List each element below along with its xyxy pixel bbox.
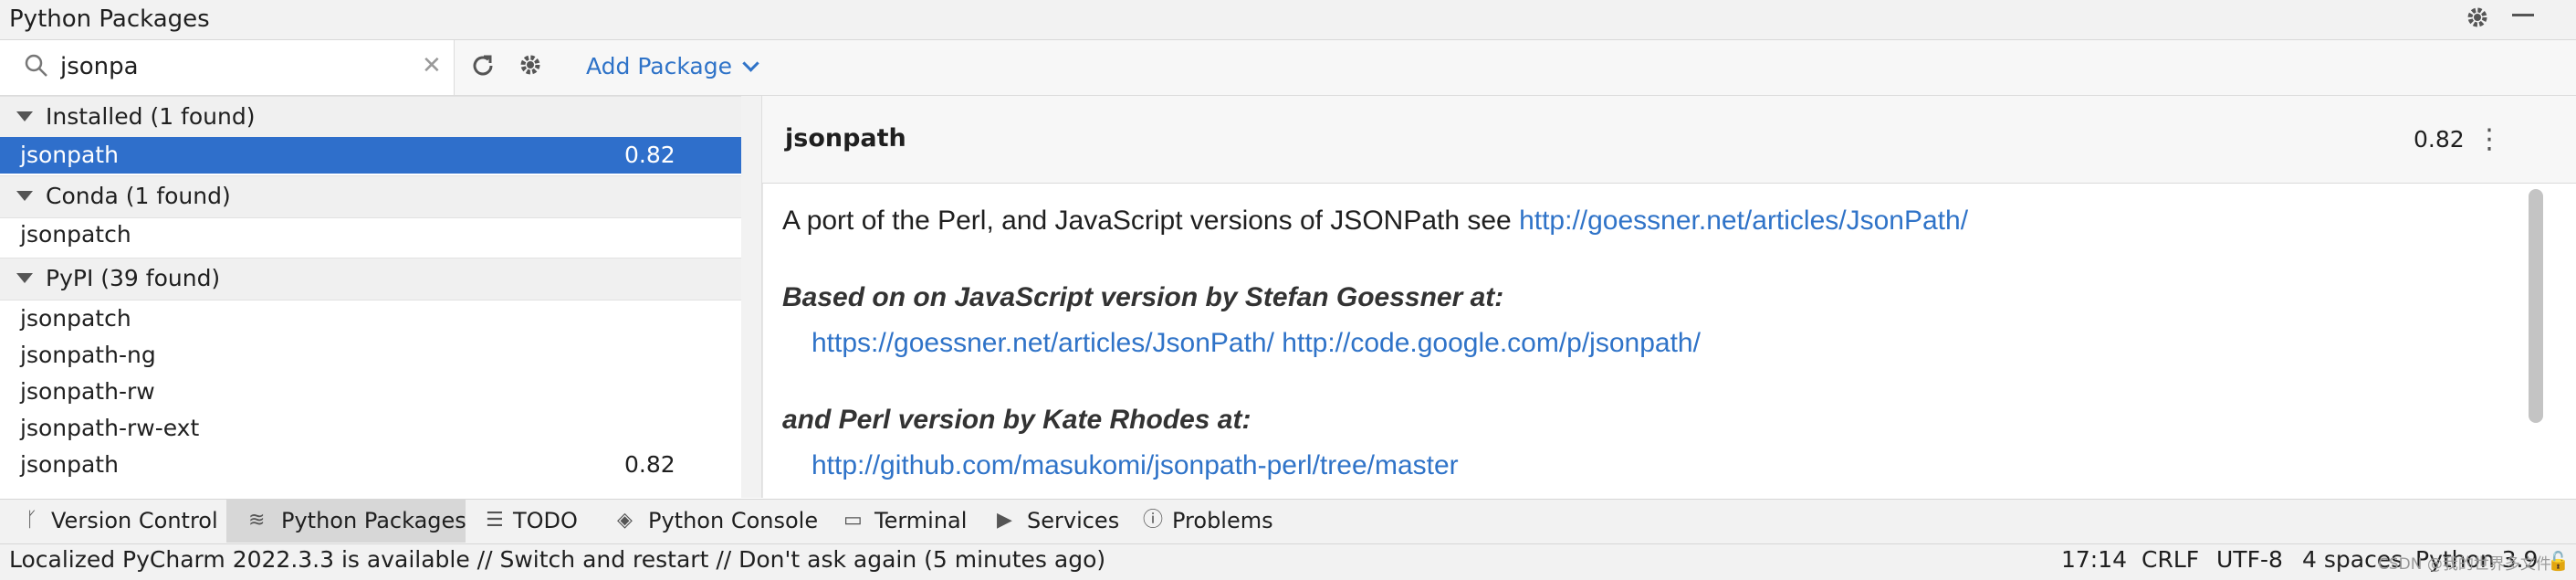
package-name: jsonpath-rw-ext (20, 415, 200, 441)
package-version-select[interactable]: 0.82 (2414, 124, 2465, 155)
list-item[interactable]: jsonpath-ng (0, 337, 741, 374)
heading-js: Based on on JavaScript version by Stefan… (782, 282, 1504, 312)
list-item[interactable]: jsonpatch (0, 216, 741, 253)
add-package-label: Add Package (586, 53, 732, 79)
list-icon: ☰ (486, 509, 504, 532)
group-label: Conda (1 found) (46, 183, 231, 209)
close-icon[interactable]: ✕ (422, 53, 442, 79)
tab-label: Terminal (874, 508, 968, 533)
package-name: jsonpatch (20, 221, 131, 248)
scrollbar[interactable] (2529, 189, 2543, 423)
tab-label: TODO (513, 508, 578, 533)
list-item[interactable]: jsonpath-rw-ext (0, 410, 741, 447)
info-icon: ⓘ (1143, 509, 1164, 532)
package-name: jsonpath-rw (20, 378, 155, 405)
chevron-down-icon[interactable] (16, 111, 33, 121)
python-icon: ◈ (617, 509, 633, 532)
tab-terminal[interactable]: ▭ Terminal (831, 499, 977, 543)
more-options-icon[interactable]: ⋮ (2476, 124, 2503, 155)
group-label: PyPI (39 found) (46, 265, 221, 291)
branch-icon: ᚴ (26, 509, 38, 532)
gear-icon[interactable] (518, 52, 543, 81)
play-icon: ▶ (997, 509, 1012, 532)
tab-todo[interactable]: ☰ TODO (467, 499, 581, 543)
tab-python-packages[interactable]: ≋ Python Packages (226, 499, 466, 543)
package-name: jsonpath (20, 451, 119, 478)
list-item[interactable]: jsonpatch (0, 301, 741, 337)
tab-version-control[interactable]: ᚴ Version Control (0, 499, 225, 543)
package-name: jsonpath (20, 142, 119, 168)
lock-icon[interactable]: 🔓 (2547, 550, 2570, 572)
description-text: A port of the Perl, and JavaScript versi… (782, 206, 1520, 236)
minimize-icon[interactable] (2512, 14, 2534, 16)
tab-label: Problems (1172, 508, 1273, 533)
search-input[interactable] (60, 51, 407, 82)
link-goessner-https[interactable]: https://goessner.net/articles/JsonPath/ (812, 328, 1274, 358)
package-title: jsonpath (785, 124, 906, 153)
gear-icon[interactable] (2465, 5, 2490, 36)
link-google-code[interactable]: http://code.google.com/p/jsonpath/ (1282, 328, 1701, 358)
list-item[interactable]: jsonpath 0.82 (0, 137, 741, 174)
title-bar (0, 0, 2576, 40)
watermark: CSDN @我的世界多文件 (2378, 555, 2551, 574)
package-name: jsonpath-ng (20, 342, 156, 368)
heading-perl: and Perl version by Kate Rhodes at: (782, 405, 1251, 435)
package-list: Installed (1 found) jsonpath 0.82 Conda … (0, 96, 743, 498)
package-version: 0.82 (624, 451, 675, 478)
tab-label: Python Packages (281, 508, 466, 533)
layers-icon: ≋ (248, 509, 266, 532)
group-conda[interactable]: Conda (1 found) (0, 175, 741, 218)
window-title: Python Packages (9, 5, 210, 33)
tab-label: Version Control (51, 508, 218, 533)
group-installed[interactable]: Installed (1 found) (0, 96, 741, 139)
list-item[interactable]: jsonpath 0.82 (0, 447, 741, 483)
detail-header (762, 96, 2576, 184)
add-package-button[interactable]: Add Package (586, 51, 759, 82)
package-name: jsonpatch (20, 305, 131, 332)
tab-python-console[interactable]: ◈ Python Console (602, 499, 831, 543)
links-js: https://goessner.net/articles/JsonPath/ … (812, 326, 1701, 361)
package-description: A port of the Perl, and JavaScript versi… (762, 184, 2541, 498)
tab-label: Services (1027, 508, 1120, 533)
group-label: Installed (1 found) (46, 103, 256, 130)
package-version: 0.82 (624, 142, 675, 168)
file-encoding[interactable]: UTF-8 (2216, 544, 2283, 575)
refresh-icon[interactable] (469, 52, 497, 83)
search-icon (24, 53, 49, 82)
chevron-down-icon (742, 55, 759, 72)
description-line: A port of the Perl, and JavaScript versi… (782, 204, 1968, 238)
tab-problems[interactable]: ⓘ Problems (1134, 499, 1280, 543)
chevron-down-icon[interactable] (16, 191, 33, 201)
splitter[interactable] (741, 96, 762, 498)
list-item[interactable]: jsonpath-rw (0, 374, 741, 410)
chevron-down-icon[interactable] (16, 273, 33, 283)
caret-position[interactable]: 17:14 (2061, 544, 2127, 575)
links-perl: http://github.com/masukomi/jsonpath-perl… (812, 448, 1459, 483)
tab-services[interactable]: ▶ Services (986, 499, 1132, 543)
group-pypi[interactable]: PyPI (39 found) (0, 258, 741, 301)
line-separator[interactable]: CRLF (2141, 544, 2199, 575)
status-message[interactable]: Localized PyCharm 2022.3.3 is available … (9, 544, 1105, 575)
terminal-icon: ▭ (843, 509, 863, 532)
tab-label: Python Console (648, 508, 819, 533)
link-github[interactable]: http://github.com/masukomi/jsonpath-perl… (812, 450, 1459, 480)
link-goessner[interactable]: http://goessner.net/articles/JsonPath/ (1519, 206, 1968, 236)
